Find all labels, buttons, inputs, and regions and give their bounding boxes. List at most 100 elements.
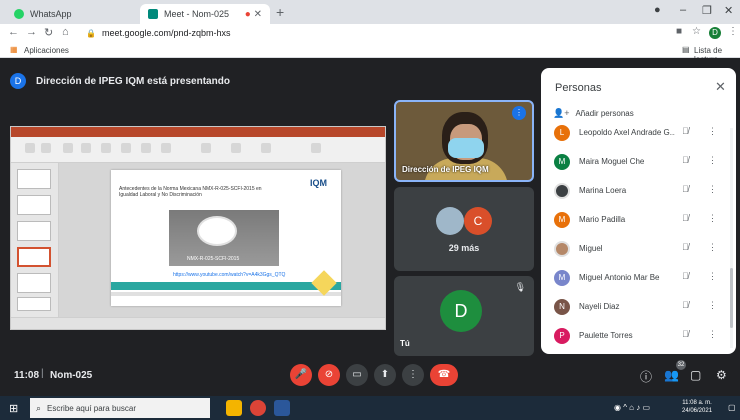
participant-name: Miguel <box>579 244 603 253</box>
participant-name: Mario Padilla <box>579 215 626 224</box>
mic-off-icon: 🎙̸ <box>682 271 689 281</box>
speaking-icon: ⋮ <box>512 106 526 120</box>
more-options-icon[interactable]: ⋮ <box>708 184 717 195</box>
clock-date: 24/06/2021 <box>682 408 713 414</box>
maximize-button[interactable]: ❐ <box>702 4 712 17</box>
avatar[interactable]: D <box>709 27 721 39</box>
self-label: Tú <box>400 339 410 348</box>
captions-button[interactable]: ▭ <box>346 364 368 386</box>
more-options-icon[interactable]: ⋮ <box>708 126 717 137</box>
tab-meet[interactable]: Meet - Nom-025 ● ✕ <box>140 4 270 24</box>
shared-screen[interactable]: IQM Antecedentes de la Norma Mexicana NM… <box>10 126 386 330</box>
avatar: D <box>10 73 26 89</box>
avatar <box>554 183 570 199</box>
apps-grid-icon[interactable]: ▦ <box>10 45 18 54</box>
url-text: meet.google.com/pnd-zqbm-hxs <box>101 28 231 38</box>
meeting-time: 11:08 <box>14 370 40 381</box>
more-count: 29 más <box>448 243 480 253</box>
list-item[interactable]: M Maira Moguel Che 🎙̸ ⋮ <box>541 149 736 175</box>
list-item[interactable]: M Miguel Antonio Mar Be 🎙̸ ⋮ <box>541 265 736 291</box>
avatar: P <box>554 328 570 344</box>
taskbar-search[interactable]: ⌕ Escribe aquí para buscar <box>30 398 210 418</box>
mic-off-icon: 🎙 <box>514 282 526 292</box>
add-people-button[interactable]: 👤+ Añadir personas <box>553 108 634 119</box>
participant-name: Marina Loera <box>579 186 627 195</box>
presenting-text: Dirección de IPEG IQM está presentando <box>36 75 230 87</box>
list-item[interactable]: Miguel 🎙̸ ⋮ <box>541 236 736 262</box>
activities-icon[interactable]: ⚙ <box>716 368 727 382</box>
present-button[interactable]: ⬆ <box>374 364 396 386</box>
windows-start-icon[interactable]: ⊞ <box>9 402 18 415</box>
forward-button[interactable]: → <box>26 26 37 38</box>
minimize-button[interactable]: – <box>680 4 686 16</box>
browser-tab-bar: WhatsApp ✕ Meet - Nom-025 ● ✕ + ● – ❐ ✕ <box>0 0 740 24</box>
mic-off-icon: 🎙̸ <box>682 184 689 194</box>
more-options-button[interactable]: ⋮ <box>402 364 424 386</box>
mic-off-icon: 🎙̸ <box>682 329 689 339</box>
mic-toggle-button[interactable]: 🎤 <box>290 364 312 386</box>
presenter-tile[interactable]: ⋮ Dirección de IPEG IQM <box>394 100 534 182</box>
leave-call-button[interactable]: ☎ <box>430 364 458 386</box>
tray-icons[interactable]: ◉ ^ ⌂ ♪ ▭ <box>614 403 650 412</box>
windows-taskbar: ⊞ ⌕ Escribe aquí para buscar ◉ ^ ⌂ ♪ ▭ 1… <box>0 396 740 420</box>
list-item[interactable]: L Leopoldo Axel Andrade G... 🎙̸ ⋮ <box>541 120 736 146</box>
whatsapp-icon <box>14 9 24 19</box>
self-tile[interactable]: 🎙 D Tú <box>394 276 534 356</box>
mic-off-icon: 🎙̸ <box>682 126 689 136</box>
taskbar-clock[interactable]: 11:08 a. m. 24/06/2021 <box>682 399 712 415</box>
list-item[interactable]: M Mario Padilla 🎙̸ ⋮ <box>541 207 736 233</box>
participant-name: Miguel Antonio Mar Be <box>579 273 660 282</box>
chrome-icon[interactable] <box>250 400 266 416</box>
star-icon[interactable]: ☆ <box>692 26 701 37</box>
list-item[interactable]: N Nayeli Diaz 🎙̸ ⋮ <box>541 294 736 320</box>
participant-name: Maira Moguel Che <box>579 157 645 166</box>
back-button[interactable]: ← <box>8 26 19 38</box>
address-bar-row: ← → ↻ ⌂ 🔒 meet.google.com/pnd-zqbm-hxs ■… <box>0 24 740 42</box>
presenting-banner: D Dirección de IPEG IQM está presentando <box>10 68 530 94</box>
more-options-icon[interactable]: ⋮ <box>708 242 717 253</box>
file-explorer-icon[interactable] <box>226 400 242 416</box>
panel-scrollbar[interactable] <box>730 128 733 348</box>
avatar: L <box>554 125 570 141</box>
bookmark-apps[interactable]: Aplicaciones <box>24 46 69 55</box>
avatar <box>436 207 464 235</box>
list-item[interactable]: P Paulette Torres 🎙̸ ⋮ <box>541 323 736 349</box>
more-participants-tile[interactable]: C 29 más <box>394 187 534 271</box>
home-button[interactable]: ⌂ <box>62 26 69 38</box>
add-people-label: Añadir personas <box>575 109 634 118</box>
more-options-icon[interactable]: ⋮ <box>708 213 717 224</box>
new-tab-button[interactable]: + <box>276 4 284 20</box>
close-window-button[interactable]: ✕ <box>724 4 733 17</box>
info-icon[interactable]: ⓘ <box>640 368 652 385</box>
camera-toggle-button[interactable]: ⊘ <box>318 364 340 386</box>
participant-name: Paulette Torres <box>579 331 633 340</box>
url-field[interactable]: 🔒 meet.google.com/pnd-zqbm-hxs <box>86 25 646 41</box>
reload-button[interactable]: ↻ <box>44 26 53 39</box>
app-title-bar <box>11 127 385 137</box>
chat-icon[interactable]: ▢ <box>690 368 701 382</box>
more-options-icon[interactable]: ⋮ <box>708 329 717 340</box>
profile-dot-icon[interactable]: ● <box>654 4 661 16</box>
word-icon[interactable] <box>274 400 290 416</box>
avatar: M <box>554 212 570 228</box>
tab-whatsapp[interactable]: WhatsApp ✕ <box>6 4 156 24</box>
people-icon[interactable]: 👥 <box>664 368 679 382</box>
meeting-code: Nom-025 <box>50 370 93 381</box>
mic-off-icon: 🎙̸ <box>682 213 689 223</box>
close-icon[interactable]: ✕ <box>715 79 726 95</box>
more-options-icon[interactable]: ⋮ <box>708 155 717 166</box>
search-icon: ⌕ <box>36 402 42 413</box>
slide: IQM Antecedentes de la Norma Mexicana NM… <box>111 170 341 306</box>
list-item[interactable]: Marina Loera 🎙̸ ⋮ <box>541 178 736 204</box>
avatar: M <box>554 270 570 286</box>
bookmarks-bar: ▦ Aplicaciones ▤ Lista de lectura <box>0 42 740 64</box>
notifications-icon[interactable]: ▢ <box>728 403 736 412</box>
slide-canvas: IQM Antecedentes de la Norma Mexicana NM… <box>59 163 385 317</box>
menu-icon[interactable]: ⋮ <box>728 26 738 37</box>
more-options-icon[interactable]: ⋮ <box>708 271 717 282</box>
slide-image: NMX-R-025-SCFI-2015 <box>169 210 279 266</box>
participant-list: L Leopoldo Axel Andrade G... 🎙̸ ⋮ M Maira Mog… <box>541 120 736 354</box>
meet-stage: D Dirección de IPEG IQM está presentando… <box>0 58 740 396</box>
camera-indicator-icon[interactable]: ■ <box>676 26 682 37</box>
more-options-icon[interactable]: ⋮ <box>708 300 717 311</box>
